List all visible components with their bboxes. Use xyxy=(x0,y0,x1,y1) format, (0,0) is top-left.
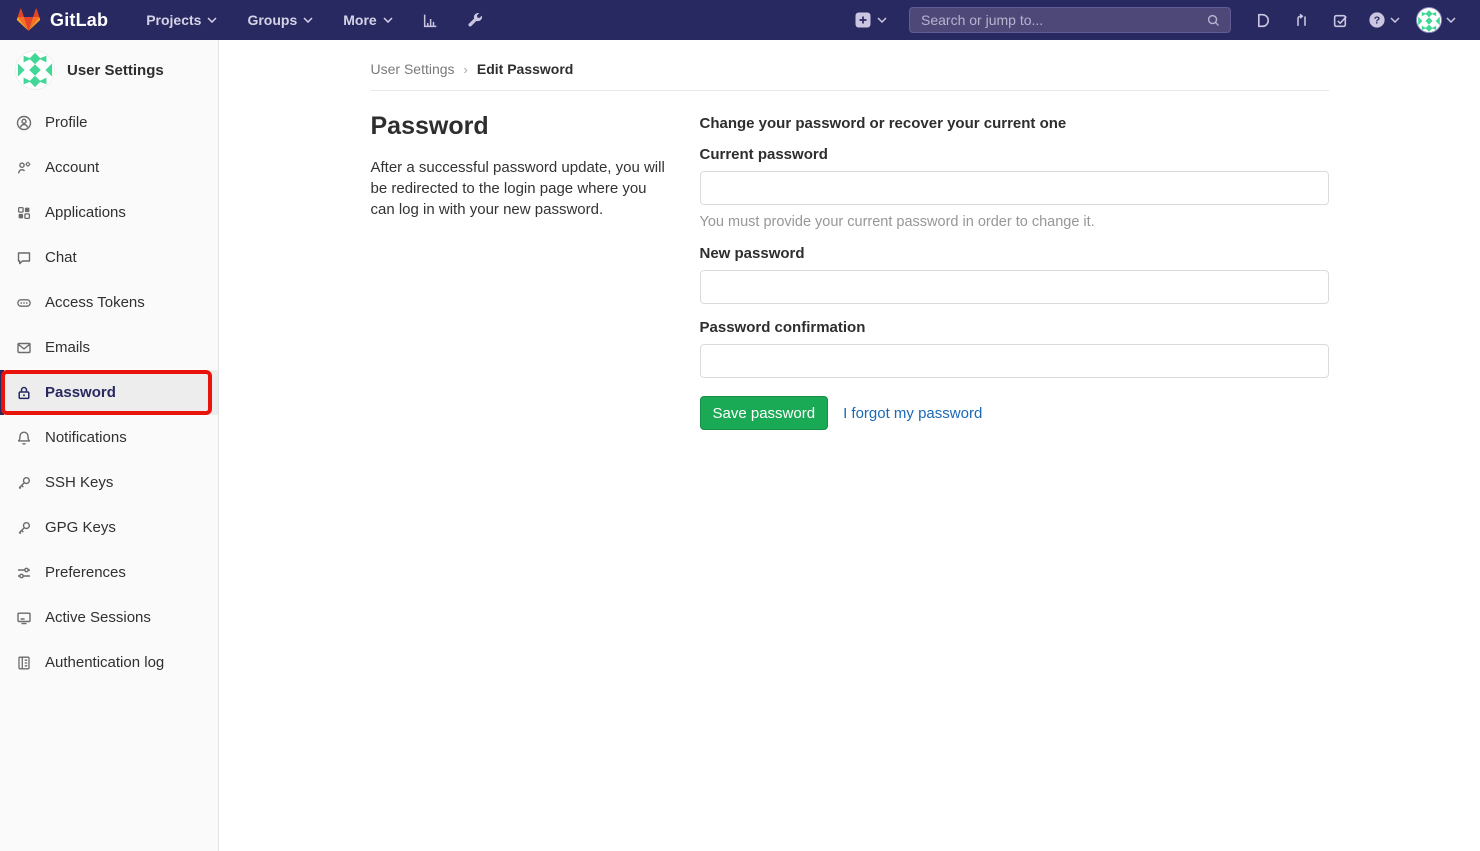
groups-menu[interactable]: Groups xyxy=(235,6,325,34)
sidebar-item-label: Profile xyxy=(45,114,88,131)
breadcrumb: User Settings › Edit Password xyxy=(371,40,1329,91)
plus-square-icon xyxy=(854,11,872,29)
forgot-password-link[interactable]: I forgot my password xyxy=(843,405,982,422)
sidebar-item-access-tokens[interactable]: Access Tokens xyxy=(0,280,218,325)
page-title: Password xyxy=(371,112,667,141)
sidebar-item-preferences[interactable]: Preferences xyxy=(0,550,218,595)
sidebar-item-profile[interactable]: Profile xyxy=(0,100,218,145)
section-info-column: Password After a successful password upd… xyxy=(371,110,667,430)
new-item-menu[interactable] xyxy=(844,11,897,29)
avatar xyxy=(1416,7,1442,33)
bell-icon xyxy=(16,430,32,446)
chevron-down-icon xyxy=(207,17,217,23)
sidebar-item-label: Notifications xyxy=(45,429,127,446)
new-password-field[interactable] xyxy=(700,270,1329,304)
gitlab-logo[interactable]: GitLab xyxy=(16,8,108,32)
password-confirmation-label: Password confirmation xyxy=(700,319,1329,336)
password-confirmation-field[interactable] xyxy=(700,344,1329,378)
tanuki-icon xyxy=(16,8,41,32)
top-navbar: GitLab Projects Groups More xyxy=(0,0,1480,40)
emails-icon xyxy=(16,340,32,356)
brand-text: GitLab xyxy=(50,10,108,31)
navbar-menus: Projects Groups More xyxy=(134,6,494,35)
user-identicon-avatar xyxy=(15,50,55,90)
breadcrumb-current: Edit Password xyxy=(477,61,573,77)
sidebar-item-ssh-keys[interactable]: SSH Keys xyxy=(0,460,218,505)
sidebar-item-emails[interactable]: Emails xyxy=(0,325,218,370)
search-input[interactable] xyxy=(919,11,1206,29)
help-icon: ? xyxy=(1368,11,1386,29)
groups-menu-label: Groups xyxy=(247,12,297,28)
current-password-label: Current password xyxy=(700,146,1329,163)
sidebar-item-gpg-keys[interactable]: GPG Keys xyxy=(0,505,218,550)
navbar-right: ? xyxy=(844,7,1464,33)
sidebar-item-label: GPG Keys xyxy=(45,519,116,536)
form-title: Change your password or recover your cur… xyxy=(700,115,1329,132)
key-icon xyxy=(16,520,32,536)
merge-requests-icon[interactable] xyxy=(1282,12,1321,29)
applications-icon xyxy=(16,205,32,221)
current-password-help: You must provide your current password i… xyxy=(700,214,1329,230)
more-menu[interactable]: More xyxy=(331,6,404,34)
chat-icon xyxy=(16,250,32,266)
svg-text:?: ? xyxy=(1374,15,1380,27)
help-menu[interactable]: ? xyxy=(1360,11,1408,29)
sidebar-item-applications[interactable]: Applications xyxy=(0,190,218,235)
sidebar-item-account[interactable]: Account xyxy=(0,145,218,190)
sidebar-item-label: Chat xyxy=(45,249,77,266)
chevron-down-icon xyxy=(1390,17,1400,23)
password-form: Change your password or recover your cur… xyxy=(700,110,1329,430)
projects-menu[interactable]: Projects xyxy=(134,6,229,34)
sidebar-item-label: Applications xyxy=(45,204,126,221)
new-password-label: New password xyxy=(700,245,1329,262)
sidebar-item-authentication-log[interactable]: Authentication log xyxy=(0,640,218,685)
projects-menu-label: Projects xyxy=(146,12,201,28)
chevron-down-icon xyxy=(1446,17,1456,23)
access-tokens-icon xyxy=(16,295,32,311)
issues-icon[interactable] xyxy=(1243,12,1282,29)
sidebar-title: User Settings xyxy=(67,62,164,79)
lock-icon xyxy=(16,385,32,401)
search-icon xyxy=(1206,13,1221,28)
chevron-down-icon xyxy=(877,17,887,23)
todos-icon[interactable] xyxy=(1321,12,1360,29)
sidebar-header: User Settings xyxy=(0,40,218,100)
sidebar-item-label: Emails xyxy=(45,339,90,356)
more-menu-label: More xyxy=(343,12,376,28)
sliders-icon xyxy=(16,565,32,581)
current-password-field[interactable] xyxy=(700,171,1329,205)
sidebar-nav: Profile Account Applications Chat Access… xyxy=(0,100,218,685)
account-icon xyxy=(16,160,32,176)
sidebar-item-label: SSH Keys xyxy=(45,474,113,491)
sidebar-item-label: Active Sessions xyxy=(45,609,151,626)
log-icon xyxy=(16,655,32,671)
sidebar-item-label: Authentication log xyxy=(45,654,164,671)
key-icon xyxy=(16,475,32,491)
sidebar-item-label: Access Tokens xyxy=(45,294,145,311)
sidebar-item-label: Password xyxy=(45,384,116,401)
profile-icon xyxy=(16,115,32,131)
sidebar-item-label: Account xyxy=(45,159,99,176)
monitor-icon xyxy=(16,610,32,626)
breadcrumb-separator: › xyxy=(464,62,468,77)
sidebar-item-notifications[interactable]: Notifications xyxy=(0,415,218,460)
settings-sidebar: User Settings Profile Account Applicatio… xyxy=(0,40,219,851)
global-search[interactable] xyxy=(909,7,1231,33)
chevron-down-icon xyxy=(303,17,313,23)
sidebar-item-label: Preferences xyxy=(45,564,126,581)
main-content: User Settings › Edit Password Password A… xyxy=(219,40,1480,851)
sidebar-item-active-sessions[interactable]: Active Sessions xyxy=(0,595,218,640)
sidebar-item-password[interactable]: Password xyxy=(0,370,218,415)
admin-wrench-icon[interactable] xyxy=(456,6,495,35)
breadcrumb-user-settings-link[interactable]: User Settings xyxy=(371,61,455,77)
sidebar-item-chat[interactable]: Chat xyxy=(0,235,218,280)
analytics-chart-icon[interactable] xyxy=(411,6,450,35)
save-password-button[interactable]: Save password xyxy=(700,396,829,430)
chevron-down-icon xyxy=(383,17,393,23)
user-menu[interactable] xyxy=(1408,7,1464,33)
section-description: After a successful password update, you … xyxy=(371,157,667,220)
